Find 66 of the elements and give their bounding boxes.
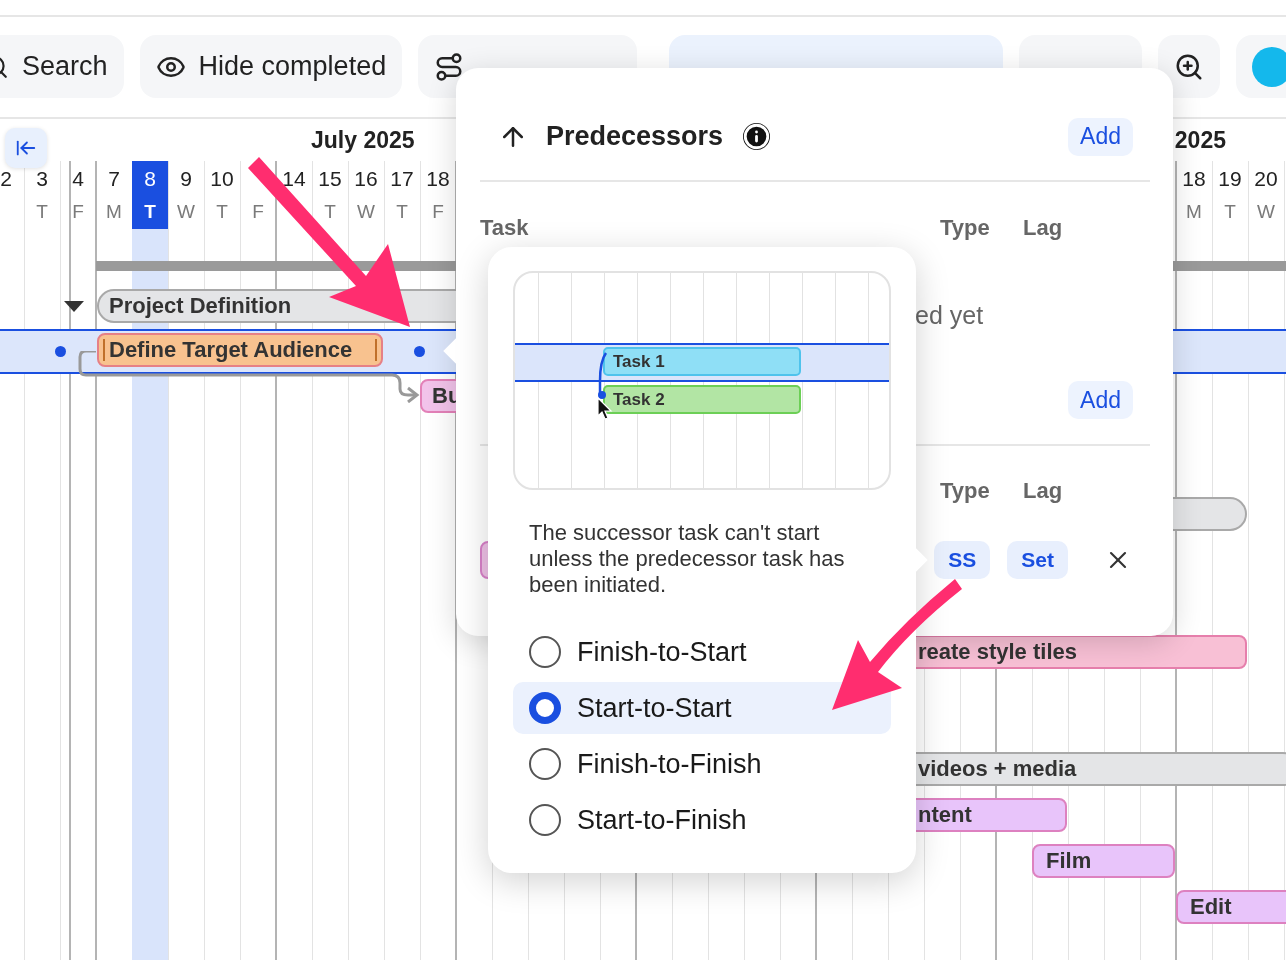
caret-icon[interactable]: [64, 301, 84, 312]
link-handle[interactable]: [55, 346, 66, 357]
weekday-label: M: [1186, 201, 1202, 223]
radio-button[interactable]: [529, 692, 561, 724]
day-number: 17: [390, 167, 414, 192]
day-number: 9: [180, 167, 192, 192]
panel-title: Predecessors: [546, 121, 724, 152]
day-number: 20: [1254, 167, 1278, 192]
connector-line: [597, 351, 609, 401]
description-text: The successor task can't start unless the predecessor task has been initiated.: [529, 520, 846, 598]
day-number: 19: [1218, 167, 1242, 192]
weekday-label: F: [252, 201, 264, 223]
task-bar: Task 1: [603, 347, 801, 376]
day-number: 14: [282, 167, 306, 192]
day-number: 16: [354, 167, 378, 192]
empty-message: ed yet: [915, 301, 985, 331]
add-button[interactable]: Add: [1068, 381, 1133, 419]
weekday-label: W: [1257, 201, 1275, 223]
collapse-button[interactable]: [5, 128, 47, 168]
dependency-type-option[interactable]: Start-to-Start: [513, 682, 891, 734]
resize-handle[interactable]: [103, 339, 105, 361]
column-header: Lag: [1023, 478, 1064, 504]
day-number: 15: [318, 167, 342, 192]
lag-button[interactable]: Set: [1007, 541, 1068, 579]
month-label: 2025: [1174, 126, 1226, 154]
weekday-label: T: [36, 201, 48, 223]
task-bar[interactable]: Edit: [1176, 890, 1286, 924]
link-handle[interactable]: [414, 346, 425, 357]
weekday-label: F: [432, 201, 444, 223]
column-header: Task: [480, 215, 530, 241]
weekday-label: W: [357, 201, 375, 223]
task-bar: Task 2: [603, 385, 801, 414]
task-bar[interactable]: Film: [1032, 844, 1175, 878]
weekday-label: T: [1224, 201, 1236, 223]
toolbar-button[interactable]: Search: [0, 35, 124, 98]
month-label: July 2025: [311, 126, 415, 154]
radio-button[interactable]: [529, 636, 561, 668]
cursor-icon: [597, 397, 613, 421]
zoom-in-button[interactable]: [1158, 35, 1221, 98]
day-number: 18: [1182, 167, 1206, 192]
day-number: 2: [0, 167, 12, 192]
column-header: Lag: [1023, 215, 1064, 241]
day-number: 3: [36, 167, 48, 192]
day-number: 4: [72, 167, 84, 192]
column-header: Type: [940, 478, 991, 504]
weekday-label: M: [106, 201, 122, 223]
resize-handle[interactable]: [375, 339, 377, 361]
type-button[interactable]: SS: [934, 541, 991, 579]
weekday-label: T: [216, 201, 228, 223]
radio-button[interactable]: [529, 804, 561, 836]
weekday-label: T: [396, 201, 408, 223]
weekday-label: F: [72, 201, 84, 223]
add-button[interactable]: Add: [1068, 117, 1133, 156]
radio-button[interactable]: [529, 748, 561, 780]
toolbar-button[interactable]: Hide completed: [139, 35, 403, 98]
task-bar[interactable]: Define Target Audience: [97, 333, 383, 367]
dependency-type-option[interactable]: Finish-to-Finish: [513, 738, 891, 790]
info-icon[interactable]: [743, 123, 771, 150]
column-header: Type: [940, 215, 991, 241]
day-number: 8: [144, 167, 156, 192]
weekday-label: W: [177, 201, 195, 223]
day-number: 18: [426, 167, 450, 192]
weekday-label: T: [324, 201, 336, 223]
day-number: 10: [210, 167, 234, 192]
weekday-label: T: [144, 201, 156, 223]
day-number: 7: [108, 167, 120, 192]
